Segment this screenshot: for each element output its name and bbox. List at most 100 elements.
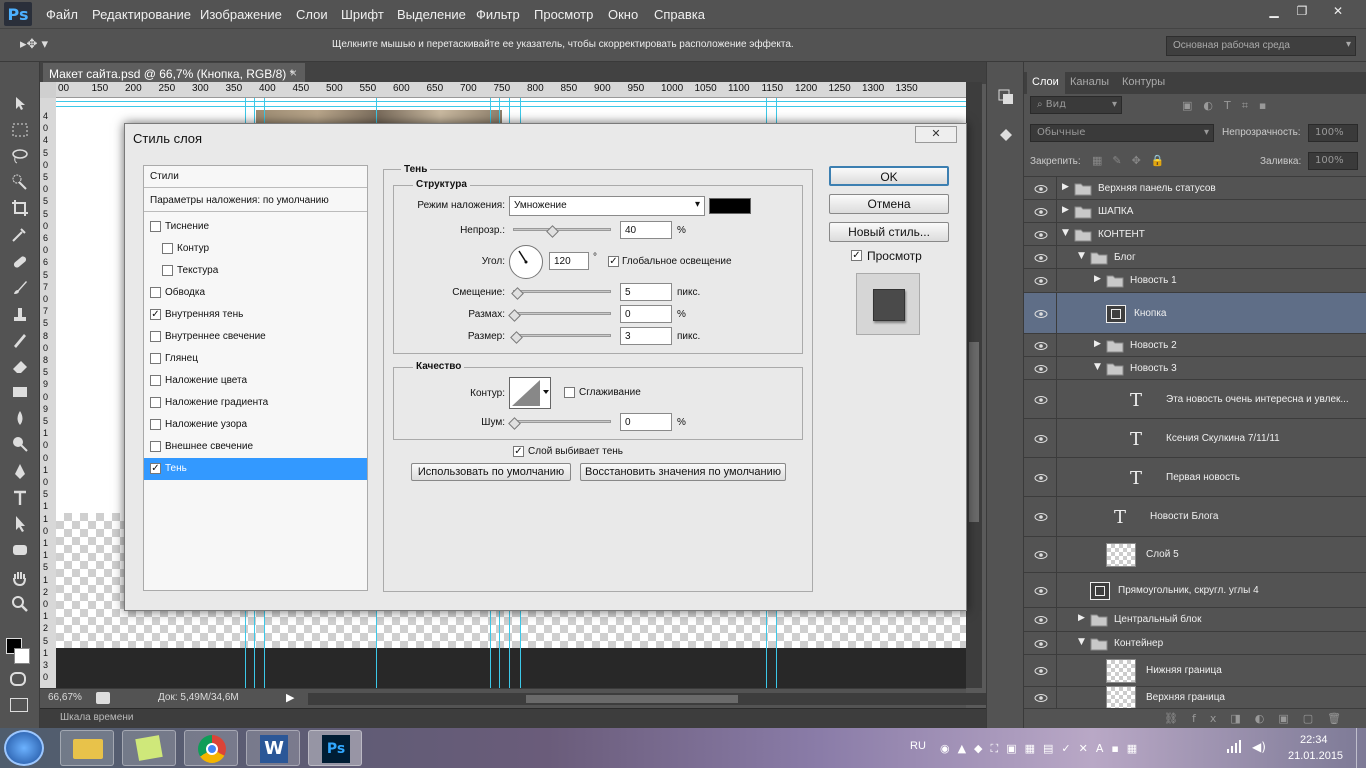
clock-time[interactable]: 22:34	[1300, 734, 1328, 746]
visibility-eye-icon[interactable]	[1034, 341, 1048, 351]
style-item-checkbox[interactable]	[150, 375, 161, 386]
expand-arrow-icon[interactable]: ▶	[1062, 182, 1069, 192]
visibility-eye-icon[interactable]	[1034, 473, 1048, 483]
crop-tool-icon[interactable]	[10, 198, 30, 218]
spread-slider[interactable]	[513, 312, 611, 315]
menu-item[interactable]: Выделение	[397, 7, 466, 22]
knocks-out-checkbox[interactable]: ✓	[513, 446, 524, 457]
visibility-eye-icon[interactable]	[1034, 230, 1048, 240]
visibility-eye-icon[interactable]	[1034, 309, 1048, 319]
dialog-close-button[interactable]: ✕	[915, 126, 957, 143]
ok-button[interactable]: OK	[829, 166, 949, 186]
menu-item[interactable]: Слои	[296, 7, 328, 22]
eraser-tool-icon[interactable]	[10, 356, 30, 376]
layer-row[interactable]: ▼ Новость 3	[1024, 356, 1366, 379]
expand-arrow-icon[interactable]: ▶	[1078, 613, 1085, 623]
layer-row[interactable]: Нижняя граница	[1024, 654, 1366, 686]
collapse-arrow-icon[interactable]: ▼	[1094, 362, 1101, 372]
antialias-checkbox[interactable]	[564, 387, 575, 398]
timeline-bar[interactable]: Шкала времени	[40, 708, 986, 728]
lasso-tool-icon[interactable]	[10, 146, 30, 166]
zoom-tool-icon[interactable]	[10, 594, 30, 614]
layer-row[interactable]: T Эта новость очень интересна и увлек...	[1024, 379, 1366, 418]
visibility-eye-icon[interactable]	[1034, 666, 1048, 676]
reset-default-button[interactable]: Восстановить значения по умолчанию	[580, 463, 786, 481]
layer-row[interactable]: ▶ Центральный блок	[1024, 607, 1366, 631]
size-input[interactable]: 3	[620, 327, 672, 345]
distance-slider[interactable]	[513, 290, 611, 293]
style-item[interactable]: Наложение цвета	[144, 370, 367, 392]
menu-item[interactable]: Окно	[608, 7, 638, 22]
blend-mode-select[interactable]: Умножение ▾	[509, 196, 705, 216]
word-taskbar-icon[interactable]: W	[246, 730, 300, 766]
expand-arrow-icon[interactable]: ▶	[1094, 274, 1101, 284]
layer-row[interactable]: Прямоугольник, скругл. углы 4	[1024, 572, 1366, 607]
background-color-swatch[interactable]	[14, 648, 30, 664]
minimize-button[interactable]: ▁	[1262, 2, 1286, 20]
collapse-arrow-icon[interactable]: ▼	[1078, 251, 1085, 261]
dodge-tool-icon[interactable]	[10, 434, 30, 454]
restore-button[interactable]: ❐	[1290, 2, 1314, 20]
share-icon[interactable]	[96, 692, 110, 704]
preview-checkbox[interactable]: ✓	[851, 250, 862, 261]
volume-icon[interactable]: ◀)	[1252, 740, 1266, 754]
move-tool-icon[interactable]	[10, 94, 30, 114]
history-icon[interactable]	[997, 88, 1015, 106]
style-item-checkbox[interactable]	[150, 331, 161, 342]
network-icon[interactable]	[1226, 740, 1242, 754]
zoom-level[interactable]: 66,67%	[48, 692, 82, 703]
menu-item[interactable]: Файл	[46, 7, 78, 22]
layer-row[interactable]: ▶ ШАПКА	[1024, 199, 1366, 222]
hand-tool-icon[interactable]	[10, 568, 30, 588]
layer-row[interactable]: T Ксения Скулкина 7/11/11	[1024, 418, 1366, 457]
layer-row[interactable]: T Первая новость	[1024, 457, 1366, 496]
style-item[interactable]: Внешнее свечение	[144, 436, 367, 458]
quick-select-tool-icon[interactable]	[10, 172, 30, 192]
workspace-select[interactable]: Основная рабочая среда ▾	[1166, 36, 1356, 56]
opacity-slider[interactable]	[513, 228, 611, 231]
angle-input[interactable]: 120	[549, 252, 589, 270]
clone-stamp-icon[interactable]	[10, 304, 30, 324]
noise-input[interactable]: 0	[620, 413, 672, 431]
visibility-eye-icon[interactable]	[1034, 693, 1048, 703]
collapse-arrow-icon[interactable]: ▼	[1062, 228, 1069, 238]
visibility-eye-icon[interactable]	[1034, 586, 1048, 596]
layer-row[interactable]: ▼ Блог	[1024, 245, 1366, 268]
style-item[interactable]: ✓ Внутренняя тень	[144, 304, 367, 326]
healing-brush-icon[interactable]	[10, 252, 30, 272]
visibility-eye-icon[interactable]	[1034, 253, 1048, 263]
style-item-checkbox[interactable]	[150, 397, 161, 408]
noise-slider[interactable]	[513, 420, 611, 423]
chrome-taskbar-icon[interactable]	[184, 730, 238, 766]
style-item[interactable]: Контур	[144, 238, 367, 260]
style-item[interactable]: Внутреннее свечение	[144, 326, 367, 348]
layer-row[interactable]: ▼ Контейнер	[1024, 631, 1366, 654]
style-item-checkbox[interactable]: ✓	[150, 309, 161, 320]
layer-row[interactable]: ▶ Новость 1	[1024, 268, 1366, 291]
style-item[interactable]: Наложение узора	[144, 414, 367, 436]
clock-date[interactable]: 21.01.2015	[1288, 750, 1343, 762]
scroll-thumb[interactable]	[526, 695, 738, 703]
style-item[interactable]: Наложение градиента	[144, 392, 367, 414]
expand-arrow-icon[interactable]: ▶	[1062, 205, 1069, 215]
distance-input[interactable]: 5	[620, 283, 672, 301]
style-item-checkbox[interactable]	[162, 243, 173, 254]
screen-mode-icon[interactable]	[10, 698, 28, 712]
status-menu-icon[interactable]: ▶	[286, 691, 294, 704]
layer-row[interactable]: Верхняя граница	[1024, 686, 1366, 710]
language-indicator[interactable]: RU	[910, 740, 926, 752]
layer-row[interactable]: T Новости Блога	[1024, 496, 1366, 536]
start-button[interactable]	[4, 730, 44, 766]
history-brush-icon[interactable]	[10, 330, 30, 350]
menu-item[interactable]: Просмотр	[534, 7, 593, 22]
styles-header[interactable]: Стили	[144, 166, 367, 188]
move-tool-icon[interactable]: ▸✥ ▾	[20, 37, 48, 52]
style-item[interactable]: ✓ Тень	[144, 458, 367, 480]
visibility-eye-icon[interactable]	[1034, 276, 1048, 286]
visibility-eye-icon[interactable]	[1034, 639, 1048, 649]
vertical-scrollbar[interactable]	[966, 82, 982, 688]
style-item-checkbox[interactable]: ✓	[150, 463, 161, 474]
style-item-checkbox[interactable]	[150, 221, 161, 232]
photoshop-taskbar-icon[interactable]: Ps	[308, 730, 362, 766]
visibility-eye-icon[interactable]	[1034, 395, 1048, 405]
